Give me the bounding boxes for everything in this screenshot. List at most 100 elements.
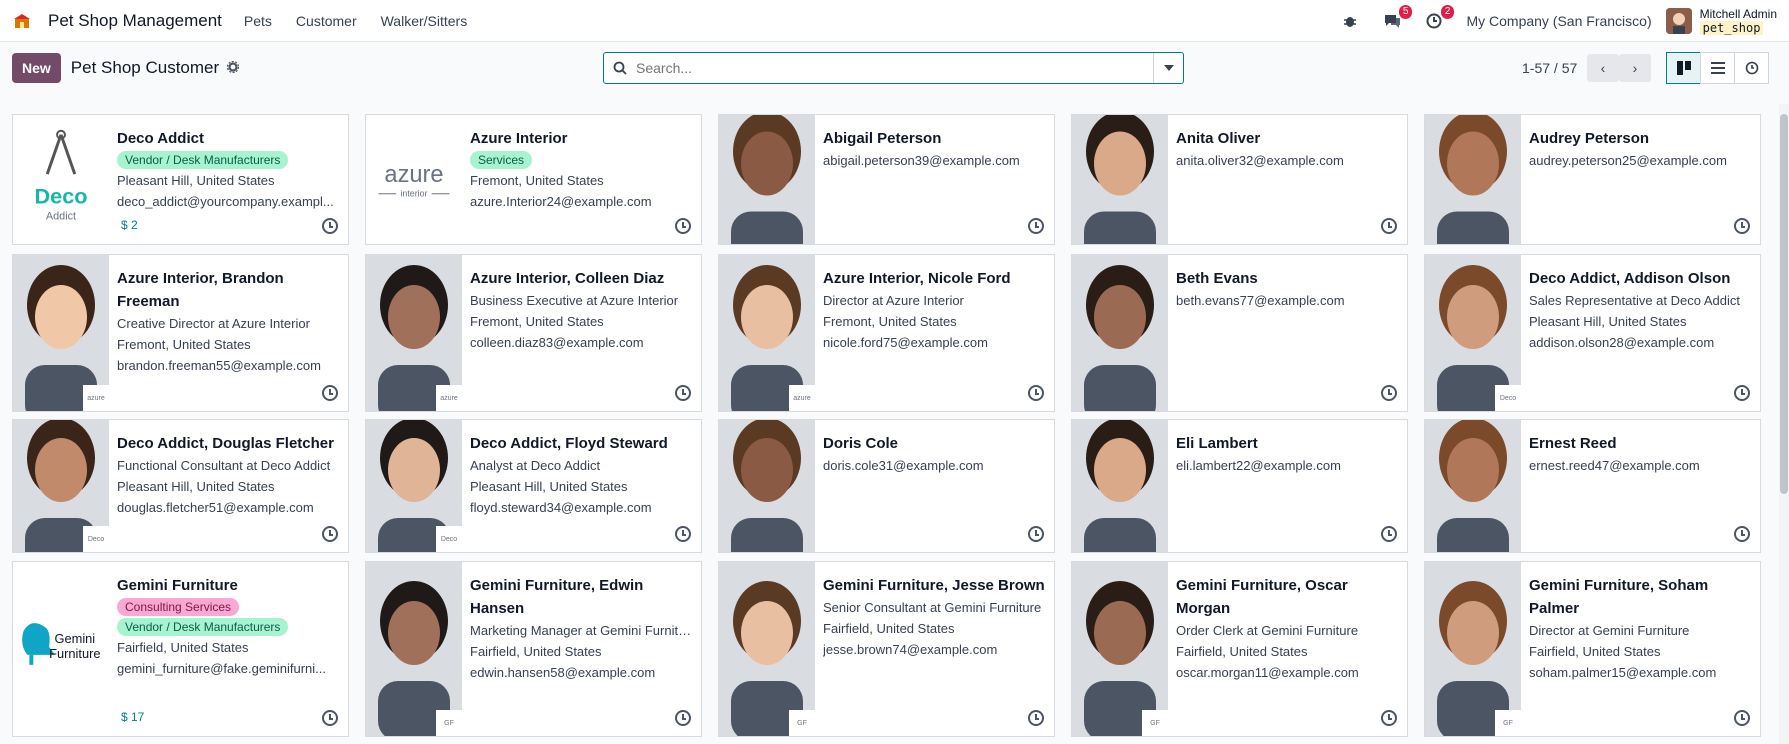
contact-photo: [719, 420, 815, 552]
card-name: Audrey Peterson: [1529, 130, 1650, 147]
user-avatar[interactable]: [1665, 7, 1692, 34]
category-tag: Vendor / Desk Manufacturers: [117, 618, 289, 636]
activity-clock-icon[interactable]: [322, 218, 338, 234]
kanban-card[interactable]: Deco Deco Addict, Floyd Steward Analyst at…: [365, 419, 702, 553]
pager-next-button[interactable]: ›: [1619, 54, 1651, 82]
pager-value[interactable]: 1-57 / 57: [1522, 60, 1577, 76]
card-email: jesse.brown74@example.com: [823, 642, 998, 657]
kanban-card[interactable]: Gemini Furniture Gemini Furniture Consultin…: [12, 561, 349, 737]
kanban-card[interactable]: Deco Deco Addict, Douglas Fletcher Functio…: [12, 419, 349, 553]
activity-clock-icon[interactable]: [1734, 218, 1750, 234]
chevron-down-icon: [1163, 65, 1174, 71]
activity-clock-icon[interactable]: [1381, 218, 1397, 234]
activity-clock-icon[interactable]: [322, 385, 338, 401]
kanban-view-button[interactable]: [1666, 52, 1701, 84]
contact-photo: Deco: [1425, 255, 1521, 411]
kanban-card[interactable]: azure interior Azure Interior Services Fremo…: [365, 114, 702, 245]
card-name: Azure Interior, Colleen Diaz: [470, 270, 665, 287]
activity-clock-icon[interactable]: [1734, 710, 1750, 726]
menu-customer[interactable]: Customer: [296, 13, 357, 29]
user-menu[interactable]: Mitchell Admin pet_shop: [1699, 6, 1777, 35]
search-input[interactable]: [636, 60, 1153, 76]
activities-clock-icon[interactable]: 2: [1424, 4, 1455, 31]
card-email: colleen.diaz83@example.com: [470, 335, 644, 350]
activity-clock-icon[interactable]: [1381, 385, 1397, 401]
card-body: Beth Evans beth.evans77@example.com: [1168, 255, 1407, 411]
card-detail: Fairfield, United States: [470, 644, 602, 659]
card-name: Abigail Peterson: [823, 130, 942, 147]
activity-clock-icon[interactable]: [1734, 385, 1750, 401]
kanban-card[interactable]: Deco Deco Addict, Addison Olson Sales Repr…: [1424, 254, 1761, 412]
card-detail: Order Clerk at Gemini Furniture: [1176, 623, 1359, 638]
messages-icon[interactable]: 5: [1382, 4, 1413, 31]
card-body: Audrey Peterson audrey.peterson25@example…: [1521, 115, 1760, 244]
card-body: Gemini Furniture Consulting Services Vendo…: [109, 562, 348, 736]
kanban-card[interactable]: azure Azure Interior, Colleen Diaz Busines…: [365, 254, 702, 412]
card-email: gemini_furniture@fake.geminifurni...: [117, 661, 327, 676]
kanban-card[interactable]: Beth Evans beth.evans77@example.com: [1071, 254, 1408, 412]
kanban-card[interactable]: Anita Oliver anita.oliver32@example.com: [1071, 114, 1408, 245]
sales-amount-badge[interactable]: $ 17: [121, 710, 144, 724]
card-email: eli.lambert22@example.com: [1176, 458, 1341, 473]
contact-photo: [1425, 115, 1521, 244]
contact-photo: [1072, 420, 1168, 552]
list-view-button[interactable]: [1700, 52, 1735, 84]
gear-icon[interactable]: [227, 60, 240, 76]
kanban-card[interactable]: Deco Addict Deco Addict Vendor / Desk Manuf…: [12, 114, 349, 245]
svg-text:interior: interior: [400, 189, 427, 199]
card-detail: Fairfield, United States: [117, 640, 249, 655]
menu-walker-sitters[interactable]: Walker/Sitters: [381, 13, 468, 29]
activity-clock-icon[interactable]: [1028, 218, 1044, 234]
parent-company-logo: azure: [436, 385, 462, 411]
list-icon: [1710, 62, 1725, 74]
pager-previous-button[interactable]: ‹: [1587, 54, 1619, 82]
search-options-toggle[interactable]: [1153, 53, 1183, 83]
activity-clock-icon[interactable]: [675, 526, 691, 542]
kanban-card[interactable]: Eli Lambert eli.lambert22@example.com: [1071, 419, 1408, 553]
activity-clock-icon[interactable]: [1381, 526, 1397, 542]
activity-clock-icon[interactable]: [1028, 526, 1044, 542]
company-switcher[interactable]: My Company (San Francisco): [1466, 13, 1651, 29]
debug-bug-icon[interactable]: [1340, 11, 1360, 31]
kanban-card[interactable]: azure Azure Interior, Brandon Freeman Crea…: [12, 254, 349, 412]
activity-clock-icon[interactable]: [1028, 385, 1044, 401]
card-detail: Marketing Manager at Gemini Furniture: [470, 623, 693, 638]
parent-company-logo: GF: [1495, 710, 1521, 736]
contact-photo: [1072, 115, 1168, 244]
kanban-card[interactable]: Abigail Peterson abigail.peterson39@examp…: [718, 114, 1055, 245]
card-name: Gemini Furniture, Edwin Hansen: [470, 577, 644, 617]
scrollbar-thumb[interactable]: [1780, 114, 1788, 494]
user-name: Mitchell Admin: [1699, 6, 1777, 21]
card-detail: Pleasant Hill, United States: [117, 173, 275, 188]
card-detail: Fremont, United States: [470, 173, 604, 188]
menu-pets[interactable]: Pets: [244, 13, 272, 29]
activity-clock-icon[interactable]: [675, 385, 691, 401]
activity-clock-icon[interactable]: [1028, 710, 1044, 726]
kanban-card[interactable]: Audrey Peterson audrey.peterson25@example…: [1424, 114, 1761, 245]
kanban-card[interactable]: GF Gemini Furniture, Oscar Morgan Order Cl…: [1071, 561, 1408, 737]
card-body: Eli Lambert eli.lambert22@example.com: [1168, 420, 1407, 552]
activity-clock-icon[interactable]: [675, 218, 691, 234]
sales-amount-badge[interactable]: $ 2: [121, 218, 138, 232]
activity-clock-icon[interactable]: [322, 710, 338, 726]
kanban-card[interactable]: Ernest Reed ernest.reed47@example.com: [1424, 419, 1761, 553]
card-name: Azure Interior, Brandon Freeman: [117, 270, 284, 310]
kanban-card[interactable]: azure Azure Interior, Nicole Ford Director…: [718, 254, 1055, 412]
card-name: Azure Interior, Nicole Ford: [823, 270, 1011, 287]
card-name: Deco Addict: [117, 130, 204, 147]
card-detail: Functional Consultant at Deco Addict: [117, 458, 331, 473]
activity-clock-icon[interactable]: [675, 710, 691, 726]
kanban-card[interactable]: GF Gemini Furniture, Edwin Hansen Marketin…: [365, 561, 702, 737]
contact-photo: GF: [1425, 562, 1521, 736]
app-name[interactable]: Pet Shop Management: [48, 11, 222, 31]
activity-clock-icon[interactable]: [322, 526, 338, 542]
kanban-card[interactable]: GF Gemini Furniture, Jesse Brown Senior Co…: [718, 561, 1055, 737]
activity-clock-icon[interactable]: [1734, 526, 1750, 542]
card-body: Azure Interior, Brandon Freeman Creative …: [109, 255, 348, 411]
activity-view-button[interactable]: [1734, 52, 1769, 84]
kanban-card[interactable]: GF Gemini Furniture, Soham Palmer Director…: [1424, 561, 1761, 737]
new-button[interactable]: New: [12, 53, 61, 83]
kanban-card[interactable]: Doris Cole doris.cole31@example.com: [718, 419, 1055, 553]
activity-clock-icon[interactable]: [1381, 710, 1397, 726]
app-menu-icon[interactable]: [12, 11, 32, 31]
